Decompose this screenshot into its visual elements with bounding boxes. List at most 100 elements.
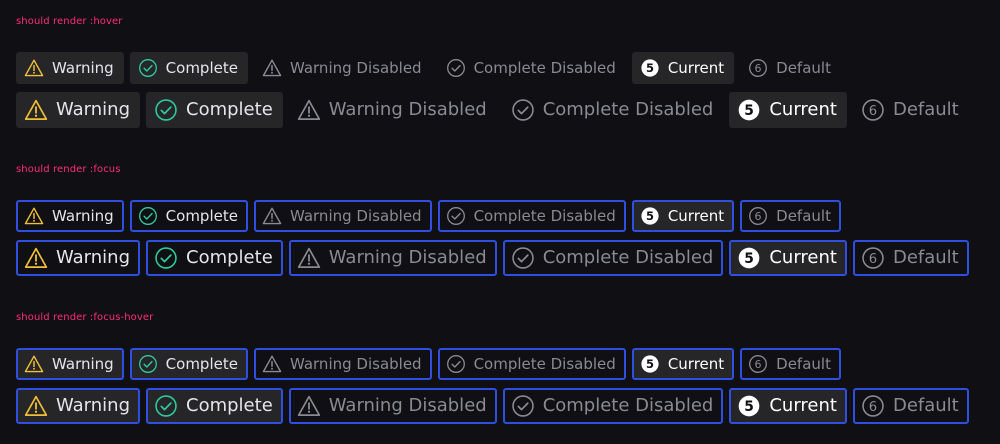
number-circle-outline-icon: 6 xyxy=(861,246,885,270)
progress-step-label: Complete xyxy=(165,354,238,373)
progress-step-complete[interactable]: Complete xyxy=(146,388,283,424)
progress-step-label: Default xyxy=(776,58,831,77)
progress-step-label: Default xyxy=(776,354,831,373)
progress-step-label: Current xyxy=(667,206,725,225)
progress-step-row-lg: Warning Complete Warning Disabled Complete … xyxy=(16,240,975,276)
svg-text:6: 6 xyxy=(755,210,762,223)
progress-step-label: Complete Disabled xyxy=(542,395,714,416)
svg-text:5: 5 xyxy=(745,251,755,267)
number-circle-outline-icon: 6 xyxy=(748,58,768,78)
warning-triangle-icon xyxy=(24,98,48,122)
progress-step-warning[interactable]: Warning xyxy=(16,348,124,380)
check-circle-icon xyxy=(446,354,466,374)
check-circle-icon xyxy=(446,206,466,226)
progress-step-warning-disabled[interactable]: Warning Disabled xyxy=(253,200,432,232)
progress-step-default[interactable]: 6 Default xyxy=(740,52,841,84)
svg-text:5: 5 xyxy=(646,61,654,75)
svg-text:6: 6 xyxy=(869,252,877,267)
progress-step-complete-disabled[interactable]: Complete Disabled xyxy=(503,92,724,128)
warning-triangle-icon xyxy=(262,58,282,78)
number-circle-icon: 5 xyxy=(640,354,660,374)
progress-step-label: Warning xyxy=(56,247,131,268)
progress-step-complete-disabled[interactable]: Complete Disabled xyxy=(438,52,626,84)
number-circle-icon: 5 xyxy=(640,206,660,226)
check-circle-icon xyxy=(511,246,535,270)
progress-step-current[interactable]: 5 Current xyxy=(729,388,847,424)
progress-step-complete-disabled[interactable]: Complete Disabled xyxy=(502,388,724,424)
progress-step-label: Current xyxy=(769,395,837,416)
progress-step-default[interactable]: 6 Default xyxy=(853,92,969,128)
warning-triangle-icon xyxy=(262,206,282,226)
progress-step-label: Current xyxy=(667,354,725,373)
progress-step-complete-disabled[interactable]: Complete Disabled xyxy=(502,240,724,276)
progress-step-default[interactable]: 6 Default xyxy=(740,200,841,232)
check-circle-icon xyxy=(511,98,535,122)
check-circle-icon xyxy=(138,354,158,374)
progress-step-warning[interactable]: Warning xyxy=(16,92,141,128)
progress-step-current[interactable]: 5 Current xyxy=(631,200,735,232)
progress-step-label: Complete xyxy=(186,395,273,416)
warning-triangle-icon xyxy=(24,354,44,374)
progress-step-complete[interactable]: Complete xyxy=(129,200,248,232)
warning-triangle-icon xyxy=(24,58,44,78)
progress-step-label: Default xyxy=(892,395,959,416)
warning-triangle-icon xyxy=(262,354,282,374)
svg-text:5: 5 xyxy=(646,209,654,223)
progress-step-complete[interactable]: Complete xyxy=(129,348,248,380)
progress-step-complete[interactable]: Complete xyxy=(129,52,248,84)
progress-step-label: Warning xyxy=(56,395,131,416)
progress-step-row-lg: Warning Complete Warning Disabled Complete … xyxy=(16,388,975,424)
progress-step-label: Warning Disabled xyxy=(289,354,422,373)
progress-step-default[interactable]: 6 Default xyxy=(740,348,841,380)
svg-text:6: 6 xyxy=(869,400,877,415)
progress-step-label: Complete xyxy=(165,58,238,77)
number-circle-icon: 5 xyxy=(737,394,761,418)
progress-step-warning-disabled[interactable]: Warning Disabled xyxy=(254,52,432,84)
progress-step-default[interactable]: 6 Default xyxy=(852,388,969,424)
progress-step-row-sm: Warning Complete Warning Disabled Complete … xyxy=(16,348,847,380)
warning-triangle-icon xyxy=(297,394,321,418)
progress-step-current[interactable]: 5 Current xyxy=(631,52,735,84)
progress-step-warning-disabled[interactable]: Warning Disabled xyxy=(253,348,432,380)
progress-step-current[interactable]: 5 Current xyxy=(729,240,847,276)
progress-step-complete-disabled[interactable]: Complete Disabled xyxy=(437,200,626,232)
progress-step-warning-disabled[interactable]: Warning Disabled xyxy=(289,92,497,128)
section-title: should render :hover xyxy=(16,16,123,27)
progress-step-complete[interactable]: Complete xyxy=(146,240,283,276)
progress-step-label: Warning xyxy=(52,206,114,225)
progress-step-label: Complete Disabled xyxy=(542,247,714,268)
progress-step-label: Complete Disabled xyxy=(473,58,616,77)
warning-triangle-icon xyxy=(297,98,321,122)
progress-step-row-sm: Warning Complete Warning Disabled Complete … xyxy=(16,52,847,84)
progress-step-row-sm: Warning Complete Warning Disabled Complete … xyxy=(16,200,847,232)
warning-triangle-icon xyxy=(24,206,44,226)
progress-step-warning[interactable]: Warning xyxy=(16,388,141,424)
svg-text:6: 6 xyxy=(755,358,762,371)
progress-step-label: Current xyxy=(667,58,725,77)
progress-step-label: Default xyxy=(892,99,959,120)
warning-triangle-icon xyxy=(24,246,48,270)
progress-step-default[interactable]: 6 Default xyxy=(852,240,969,276)
progress-step-warning-disabled[interactable]: Warning Disabled xyxy=(288,388,497,424)
warning-triangle-icon xyxy=(297,246,321,270)
progress-step-label: Warning Disabled xyxy=(289,58,422,77)
progress-step-complete[interactable]: Complete xyxy=(146,92,283,128)
svg-text:5: 5 xyxy=(745,103,755,119)
progress-step-label: Warning Disabled xyxy=(328,395,487,416)
progress-step-label: Complete xyxy=(186,247,273,268)
check-circle-icon xyxy=(154,98,178,122)
progress-step-complete-disabled[interactable]: Complete Disabled xyxy=(437,348,626,380)
progress-step-label: Warning xyxy=(52,58,114,77)
progress-step-label: Warning xyxy=(52,354,114,373)
progress-step-current[interactable]: 5 Current xyxy=(729,92,847,128)
progress-step-label: Warning Disabled xyxy=(328,99,487,120)
progress-step-row-lg: Warning Complete Warning Disabled Complete … xyxy=(16,92,975,128)
progress-step-warning-disabled[interactable]: Warning Disabled xyxy=(288,240,497,276)
progress-step-warning[interactable]: Warning xyxy=(16,240,141,276)
progress-step-current[interactable]: 5 Current xyxy=(631,348,735,380)
section-title: should render :focus-hover xyxy=(16,312,154,323)
check-circle-icon xyxy=(154,246,178,270)
progress-step-label: Warning xyxy=(56,99,131,120)
progress-step-warning[interactable]: Warning xyxy=(16,52,124,84)
progress-step-warning[interactable]: Warning xyxy=(16,200,124,232)
